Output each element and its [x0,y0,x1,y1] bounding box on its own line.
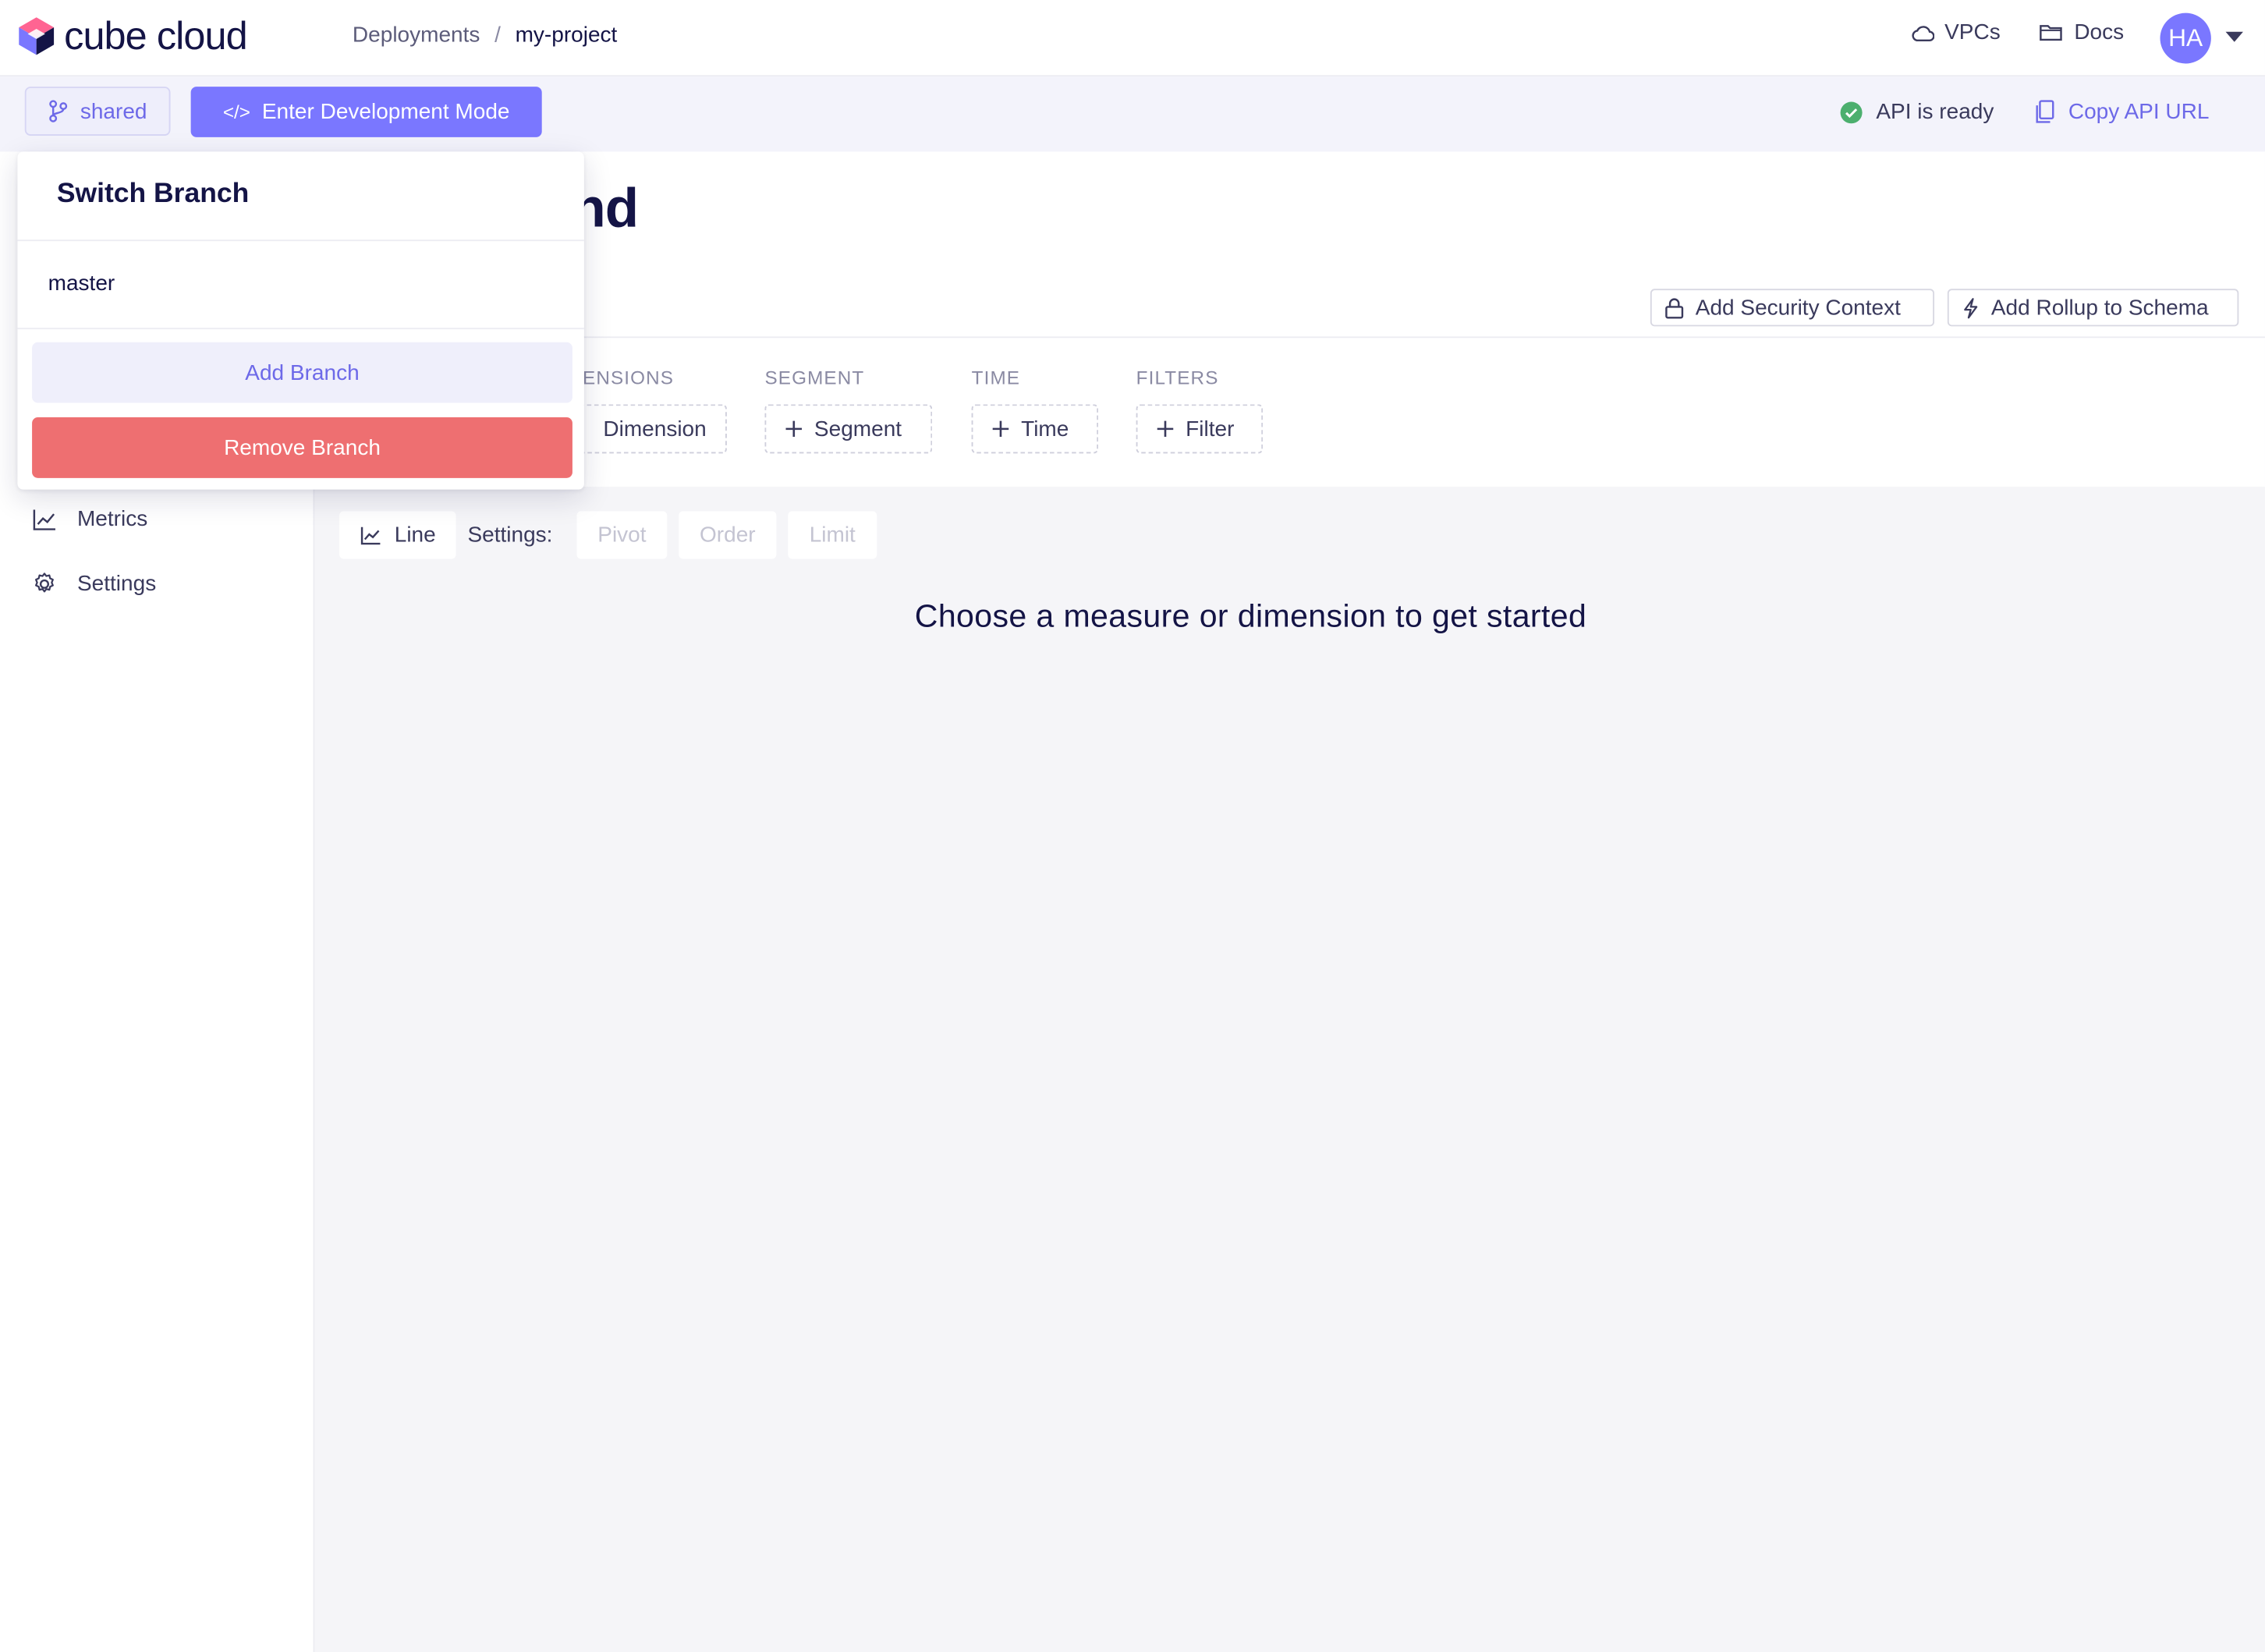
chart-type-selector[interactable]: Line [339,511,456,559]
dimensions-label: ENSIONS [583,367,675,389]
add-security-context-button[interactable]: Add Security Context [1650,289,1935,327]
add-time-label: Time [1021,417,1069,441]
copy-api-url-label: Copy API URL [2068,99,2210,125]
check-circle-icon [1840,101,1863,124]
add-dimension-label: Dimension [603,417,707,441]
add-filter-label: Filter [1186,417,1235,441]
breadcrumb: Deployments / my-project [353,23,617,48]
empty-state-message: Choose a measure or dimension to get sta… [914,597,1587,634]
brand-name: cube cloud [64,14,248,58]
cube-logo-icon [17,16,55,56]
add-time-button[interactable]: Time [971,404,1099,454]
branch-switch-label: shared [80,98,147,124]
avatar[interactable]: HA [2160,12,2211,64]
nav-docs-label: Docs [2074,19,2125,45]
gear-icon [32,572,57,596]
add-rollup-label: Add Rollup to Schema [1990,295,2209,321]
plus-icon [992,420,1009,438]
divider [17,328,584,330]
chart-type-label: Line [394,523,436,548]
divider [17,239,584,242]
order-button[interactable]: Order [679,511,777,559]
git-branch-icon [48,100,69,123]
sidebar-item-settings[interactable]: Settings [32,572,157,597]
filters-label: FILTERS [1136,367,1219,389]
time-label: TIME [971,367,1021,389]
add-segment-label: Segment [813,417,902,441]
nav-docs[interactable]: Docs [2040,19,2125,45]
chevron-down-icon[interactable] [2225,31,2243,42]
add-segment-button[interactable]: Segment [764,404,933,454]
breadcrumb-current[interactable]: my-project [516,23,618,48]
enter-dev-mode-label: Enter Development Mode [261,99,510,125]
branch-item-master[interactable]: master [48,271,115,296]
plus-icon [1157,420,1174,438]
breadcrumb-deployments[interactable]: Deployments [353,23,480,48]
add-filter-button[interactable]: Filter [1136,404,1264,454]
brand-logo[interactable]: cube cloud [17,14,248,58]
code-icon: </> [222,101,250,123]
copy-api-url-button[interactable]: Copy API URL [2035,99,2210,125]
nav-vpcs[interactable]: VPCs [1911,20,2001,44]
copy-icon [2035,100,2055,124]
pivot-button[interactable]: Pivot [576,511,668,559]
segment-label: SEGMENT [764,367,865,389]
sidebar-item-label: Metrics [76,506,148,532]
remove-branch-button[interactable]: Remove Branch [32,417,572,478]
branch-switch-button[interactable]: shared [24,87,171,136]
cloud-icon [1911,24,1935,41]
sidebar-item-label: Settings [76,572,157,597]
sidebar-item-metrics[interactable]: Metrics [32,507,147,531]
api-status-label: API is ready [1876,99,1994,125]
playground-page: cube cloud Deployments / my-project VPCs… [0,0,2265,1652]
divider [314,336,2265,339]
chart-line-icon [360,525,381,545]
nav-vpcs-label: VPCs [1944,19,2001,45]
popover-title: Switch Branch [56,179,250,210]
settings-label: Settings: [467,523,553,548]
limit-button[interactable]: Limit [788,511,877,559]
lightning-icon [1962,296,1980,318]
folder-icon [2040,23,2065,42]
api-status: API is ready [1840,100,1994,124]
add-branch-button[interactable]: Add Branch [32,342,572,403]
lock-icon [1665,296,1684,318]
enter-dev-mode-button[interactable]: </> Enter Development Mode [190,87,542,137]
add-rollup-button[interactable]: Add Rollup to Schema [1947,289,2239,327]
breadcrumb-separator: / [494,23,501,48]
chart-line-icon [32,508,57,531]
add-security-context-label: Add Security Context [1695,295,1901,321]
plus-icon [785,420,803,438]
switch-branch-popover: Switch Branch master Add Branch Remove B… [17,151,584,490]
